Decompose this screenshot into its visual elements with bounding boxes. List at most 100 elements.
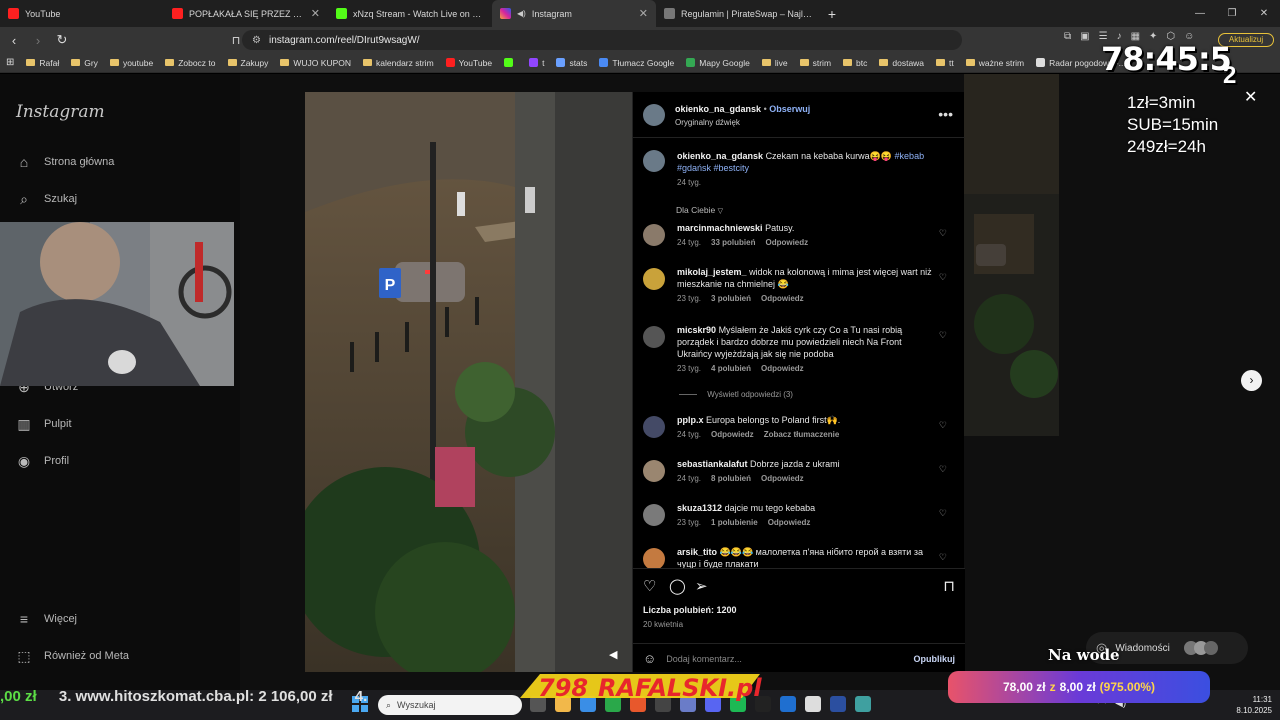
bookmark-item[interactable]: Zobocz to bbox=[165, 58, 216, 68]
tab-pirateswap[interactable]: Regulamin | PirateSwap – Najlepsza bbox=[656, 0, 820, 27]
comment-like-icon[interactable]: ♡ bbox=[939, 420, 947, 431]
bookmark-item[interactable]: WUJO KUPON bbox=[280, 58, 351, 68]
extension-icon[interactable]: ⧉ bbox=[1064, 31, 1071, 42]
avatar bbox=[1203, 641, 1218, 655]
comment-like-icon[interactable]: ♡ bbox=[939, 272, 947, 283]
commenter-avatar[interactable] bbox=[643, 224, 665, 246]
bookmark-item[interactable]: youtube bbox=[109, 58, 153, 68]
comment-username[interactable]: pplp.x bbox=[677, 415, 704, 425]
bookmark-item[interactable]: btc bbox=[843, 58, 867, 68]
tab-instagram[interactable]: ◀) Instagram ✕ bbox=[492, 0, 656, 27]
commenter-avatar[interactable] bbox=[643, 326, 665, 348]
nav-meta[interactable]: ⬚ Również od Meta bbox=[16, 648, 129, 664]
comment-likes[interactable]: 8 polubień bbox=[711, 474, 751, 483]
site-info-icon[interactable]: ⚙ bbox=[252, 35, 261, 46]
reload-icon[interactable]: ↻ bbox=[52, 32, 72, 48]
comment-username[interactable]: mikolaj_jestem_ bbox=[677, 267, 747, 277]
rate-line: 249zł=24h bbox=[1127, 137, 1206, 156]
bookmark-item[interactable]: strim bbox=[799, 58, 831, 68]
comment-likes[interactable]: 33 polubień bbox=[711, 238, 755, 247]
save-bookmark-icon[interactable]: ⊓ bbox=[943, 577, 955, 595]
comment-username[interactable]: marcinmachniewski bbox=[677, 223, 763, 233]
add-comment-input[interactable]: Dodaj komentarz... bbox=[666, 654, 742, 664]
comment-username[interactable]: micskr90 bbox=[677, 325, 716, 335]
comment-like-icon[interactable]: ♡ bbox=[939, 464, 947, 475]
bookmark-item[interactable] bbox=[504, 58, 517, 67]
close-tab-icon[interactable]: ✕ bbox=[311, 7, 320, 20]
nav-home[interactable]: ⌂ Strona główna bbox=[16, 154, 115, 170]
comment-like-icon[interactable]: ♡ bbox=[939, 228, 947, 239]
commenter-avatar[interactable] bbox=[643, 504, 665, 526]
reply-button[interactable]: Odpowiedz bbox=[761, 294, 804, 303]
url-field[interactable]: ⚙ instagram.com/reel/DIrut9wsagW/ bbox=[242, 30, 962, 50]
post-comment-button[interactable]: Opublikuj bbox=[914, 654, 956, 664]
bookmark-item[interactable]: Tłumacz Google bbox=[599, 58, 674, 68]
minimize-icon[interactable]: — bbox=[1184, 0, 1216, 27]
bookmark-item[interactable]: stats bbox=[556, 58, 587, 68]
nav-search[interactable]: ⌕ Szukaj bbox=[16, 191, 77, 207]
commenter-avatar[interactable] bbox=[643, 460, 665, 482]
close-modal-icon[interactable]: ✕ bbox=[1244, 87, 1257, 107]
tab-youtube[interactable]: YouTube bbox=[0, 0, 164, 27]
share-send-icon[interactable]: ➢ bbox=[695, 577, 708, 595]
forward-icon[interactable]: › bbox=[28, 33, 48, 48]
bookmark-item[interactable]: YouTube bbox=[445, 58, 492, 68]
bookmark-item[interactable]: Mapy Google bbox=[686, 58, 750, 68]
bookmark-item[interactable]: tt bbox=[936, 58, 954, 68]
reply-button[interactable]: Odpowiedz bbox=[761, 474, 804, 483]
taskbar-app-icon[interactable] bbox=[805, 696, 821, 712]
emoji-icon[interactable]: ☺ bbox=[643, 651, 656, 666]
commenter-avatar[interactable] bbox=[643, 416, 665, 438]
bookmark-item[interactable]: kalendarz strim bbox=[363, 58, 434, 68]
like-heart-icon[interactable]: ♡ bbox=[643, 577, 656, 595]
extension-icon[interactable]: ▣ bbox=[1080, 31, 1089, 42]
instagram-logo[interactable]: Instagram bbox=[16, 102, 105, 122]
comment-username[interactable]: sebastiankalafut bbox=[677, 459, 748, 469]
bookmark-item[interactable]: live bbox=[761, 58, 788, 68]
comment-body: skuza1312 dajcie mu tego kebaba 23 tyg. 1 … bbox=[677, 502, 939, 527]
new-tab-button[interactable]: + bbox=[820, 6, 844, 22]
reply-button[interactable]: Odpowiedz bbox=[768, 518, 811, 527]
bookmark-item[interactable]: Gry bbox=[71, 58, 98, 68]
commenter-avatar[interactable] bbox=[643, 548, 665, 568]
reply-button[interactable]: Odpowiedz bbox=[711, 430, 754, 439]
taskbar-app-icon[interactable] bbox=[830, 696, 846, 712]
bookmark-item[interactable]: ważne strim bbox=[965, 58, 1024, 68]
nav-profile[interactable]: ◉ Profil bbox=[16, 453, 69, 469]
comment-likes[interactable]: 4 polubień bbox=[711, 364, 751, 373]
view-replies-button[interactable]: Wyświetl odpowiedzi (3) bbox=[679, 390, 793, 399]
nav-dashboard[interactable]: ▥ Pulpit bbox=[16, 416, 71, 432]
close-tab-icon[interactable]: ✕ bbox=[639, 7, 648, 20]
mute-icon[interactable]: ◀ bbox=[609, 648, 617, 661]
comment-like-icon[interactable]: ♡ bbox=[939, 552, 947, 563]
commenter-avatar[interactable] bbox=[643, 268, 665, 290]
tab-title: xNzq Stream - Watch Live on Kick bbox=[353, 8, 484, 19]
tab-kick-stream[interactable]: xNzq Stream - Watch Live on Kick bbox=[328, 0, 492, 27]
comment-bubble-icon[interactable]: ◯ bbox=[669, 577, 686, 595]
likes-count[interactable]: Liczba polubień: 1200 bbox=[643, 605, 737, 615]
comment-username[interactable]: arsik_tito bbox=[677, 547, 717, 557]
reply-button[interactable]: Odpowiedz bbox=[761, 364, 804, 373]
bookmark-item[interactable]: Zakupy bbox=[227, 58, 268, 68]
comment-like-icon[interactable]: ♡ bbox=[939, 508, 947, 519]
taskbar-clock[interactable]: 11:31 8.10.2025 bbox=[1228, 694, 1272, 716]
bookmark-item[interactable]: dostawa bbox=[879, 58, 924, 68]
taskbar-app-icon[interactable] bbox=[780, 696, 796, 712]
translate-button[interactable]: Zobacz tłumaczenie bbox=[764, 430, 840, 439]
apps-grid-icon[interactable]: ⊞ bbox=[6, 57, 14, 68]
comment-username[interactable]: skuza1312 bbox=[677, 503, 722, 513]
next-post-icon[interactable]: › bbox=[1241, 370, 1262, 391]
taskbar-app-icon[interactable] bbox=[855, 696, 871, 712]
bookmark-item[interactable]: Rafał bbox=[26, 58, 59, 68]
comment-likes[interactable]: 3 polubień bbox=[711, 294, 751, 303]
back-icon[interactable]: ‹ bbox=[4, 33, 24, 48]
restore-icon[interactable]: ❐ bbox=[1216, 0, 1248, 27]
reel-video[interactable]: P ◀ bbox=[305, 92, 632, 672]
tab-bungee-video[interactable]: POPŁAKAŁA SIĘ PRZEZ TO! BUNGEE ✕ bbox=[164, 0, 328, 27]
close-window-icon[interactable]: ✕ bbox=[1248, 0, 1280, 27]
comment-likes[interactable]: 1 polubienie bbox=[711, 518, 758, 527]
nav-more[interactable]: ≡ Więcej bbox=[16, 611, 77, 627]
reply-button[interactable]: Odpowiedz bbox=[765, 238, 808, 247]
comment-like-icon[interactable]: ♡ bbox=[939, 330, 947, 341]
bookmark-item[interactable]: t bbox=[529, 58, 544, 68]
